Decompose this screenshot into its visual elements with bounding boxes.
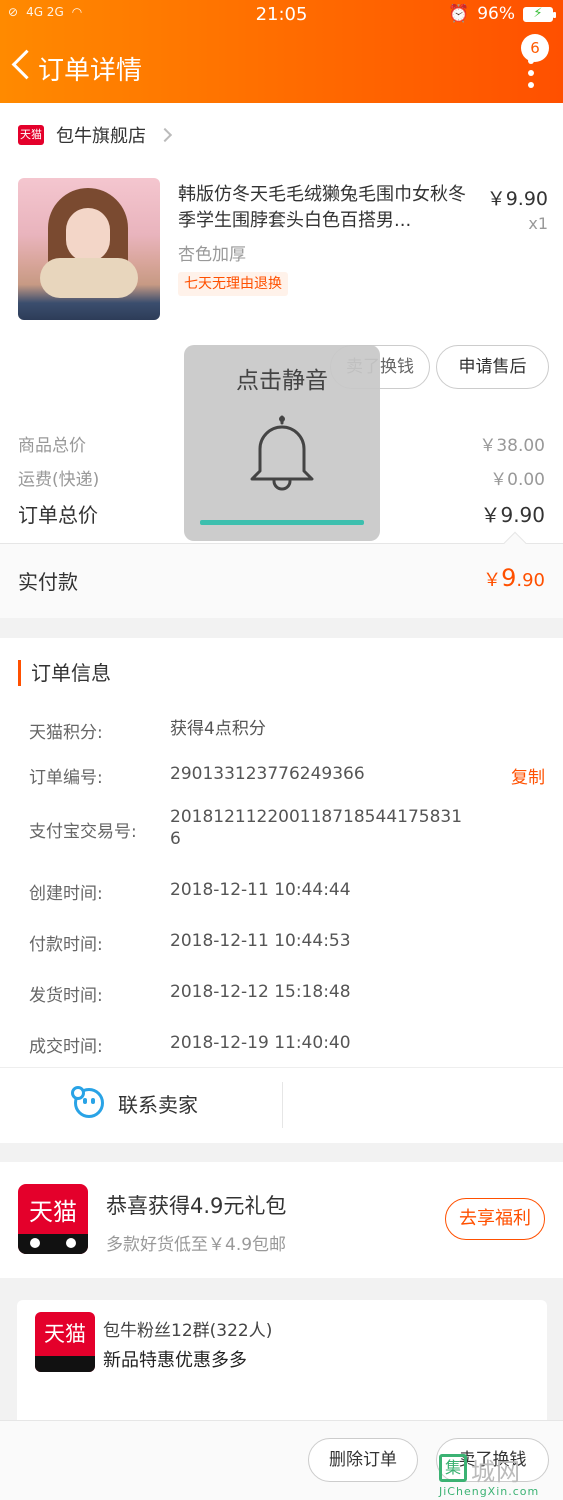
watermark-logo-icon: 集 — [439, 1454, 467, 1482]
product-image[interactable] — [18, 178, 160, 320]
contact-bar: 联系卖家 — [0, 1067, 563, 1143]
info-value: 2018-12-12 15:18:48 — [170, 982, 351, 1002]
mute-overlay[interactable]: 点击静音 — [184, 345, 380, 541]
store-link[interactable]: 天猫 包牛旗舰店 — [18, 121, 173, 149]
more-menu-icon[interactable] — [527, 58, 535, 98]
volume-bar — [200, 520, 364, 525]
delete-order-button[interactable]: 删除订单 — [308, 1438, 418, 1482]
info-value: 290133123776249366 — [170, 764, 365, 784]
product-quantity: x1 — [528, 214, 548, 233]
header: 订单详情 6 — [0, 30, 563, 103]
product-item[interactable]: 韩版仿冬天毛毛绒獭兔毛围巾女秋冬季学生围脖套头白色百搭男... ￥9.90 x1… — [18, 178, 548, 320]
amount-decimal: .90 — [516, 570, 545, 591]
info-key: 订单编号: — [29, 768, 103, 788]
info-key: 天猫积分: — [29, 723, 103, 743]
info-value: 获得4点积分 — [170, 719, 266, 739]
chevron-right-icon — [157, 127, 173, 143]
gift-card: 天猫 恭喜获得4.9元礼包 多款好货低至￥4.9包邮 去享福利 — [0, 1162, 563, 1278]
page-title: 订单详情 — [38, 56, 143, 86]
copy-button[interactable]: 复制 — [511, 763, 545, 788]
divider — [282, 1082, 283, 1128]
watermark: 集 城网 JiChengXin.com — [439, 1448, 557, 1498]
product-title[interactable]: 韩版仿冬天毛毛绒獭兔毛围巾女秋冬季学生围脖套头白色百搭男... — [178, 182, 468, 234]
order-total-label: 订单总价 — [18, 503, 98, 527]
actual-payment-bar: 实付款 ￥9.90 — [0, 531, 563, 618]
freight-label: 运费(快递) — [18, 470, 100, 490]
return-policy-tag: 七天无理由退换 — [178, 272, 288, 296]
claim-gift-button[interactable]: 去享福利 — [445, 1198, 545, 1240]
contact-seller-label: 联系卖家 — [118, 1092, 198, 1117]
freight-value: ￥0.00 — [490, 470, 545, 490]
tmall-logo-text: 天猫 — [29, 1198, 77, 1226]
actual-payment-label: 实付款 — [18, 570, 78, 594]
tmall-logo-icon: 天猫 — [18, 125, 44, 145]
product-sku: 杏色加厚 — [178, 245, 246, 265]
top-bar: ⊘ 4G 2G ◠ 21:05 ⏰ 96% ⚡ 订单详情 6 — [0, 0, 563, 103]
tmall-logo-text: 天猫 — [44, 1322, 86, 1346]
info-key: 支付宝交易号: — [29, 822, 137, 842]
gift-title: 恭喜获得4.9元礼包 — [106, 1194, 287, 1218]
fan-group-name: 包牛粉丝12群(322人) — [103, 1321, 273, 1341]
store-name[interactable]: 包牛旗舰店 — [56, 122, 146, 148]
info-value: 2018121122001187185441758316 — [170, 807, 463, 849]
info-key: 付款时间: — [29, 935, 103, 955]
actual-payment-amount: ￥9.90 — [483, 564, 545, 592]
tmall-cat-logo-icon: 天猫 — [18, 1184, 88, 1254]
alarm-icon: ⏰ — [448, 4, 470, 24]
info-value: 2018-12-11 10:44:53 — [170, 931, 351, 951]
contact-seller-button[interactable]: 联系卖家 — [71, 1086, 198, 1118]
back-icon[interactable] — [8, 48, 38, 84]
product-price: ￥9.90 — [486, 188, 548, 210]
watermark-name: 城网 — [471, 1458, 521, 1486]
after-sale-button[interactable]: 申请售后 — [436, 345, 549, 389]
amount-integer: 9 — [501, 564, 517, 592]
goods-total-value: ￥38.00 — [479, 436, 545, 456]
goods-total-label: 商品总价 — [18, 436, 86, 456]
info-key: 成交时间: — [29, 1037, 103, 1057]
status-bar: ⊘ 4G 2G ◠ 21:05 ⏰ 96% ⚡ — [0, 0, 563, 30]
battery-icon: ⚡ — [523, 6, 556, 22]
battery-percent: 96% — [477, 4, 515, 24]
fan-group-desc: 新品特惠优惠多多 — [103, 1350, 247, 1371]
currency-symbol: ￥ — [483, 570, 502, 591]
chat-smile-icon — [71, 1086, 104, 1118]
info-key: 创建时间: — [29, 884, 103, 904]
gift-subtitle: 多款好货低至￥4.9包邮 — [106, 1235, 287, 1255]
status-right: ⏰ 96% ⚡ — [448, 4, 556, 24]
info-value: 2018-12-11 10:44:44 — [170, 880, 351, 900]
tmall-cat-logo-icon: 天猫 — [35, 1312, 95, 1372]
mute-text: 点击静音 — [236, 368, 328, 394]
order-info-title: 订单信息 — [18, 660, 111, 686]
order-total-value: ￥9.90 — [480, 503, 545, 527]
watermark-url: JiChengXin.com — [439, 1485, 540, 1498]
info-value: 2018-12-19 11:40:40 — [170, 1033, 351, 1053]
bell-icon — [250, 415, 314, 491]
info-key: 发货时间: — [29, 986, 103, 1006]
order-info-card: 订单信息 天猫积分: 获得4点积分 订单编号: 2901331237762493… — [0, 638, 563, 1143]
message-badge[interactable]: 6 — [521, 34, 549, 62]
